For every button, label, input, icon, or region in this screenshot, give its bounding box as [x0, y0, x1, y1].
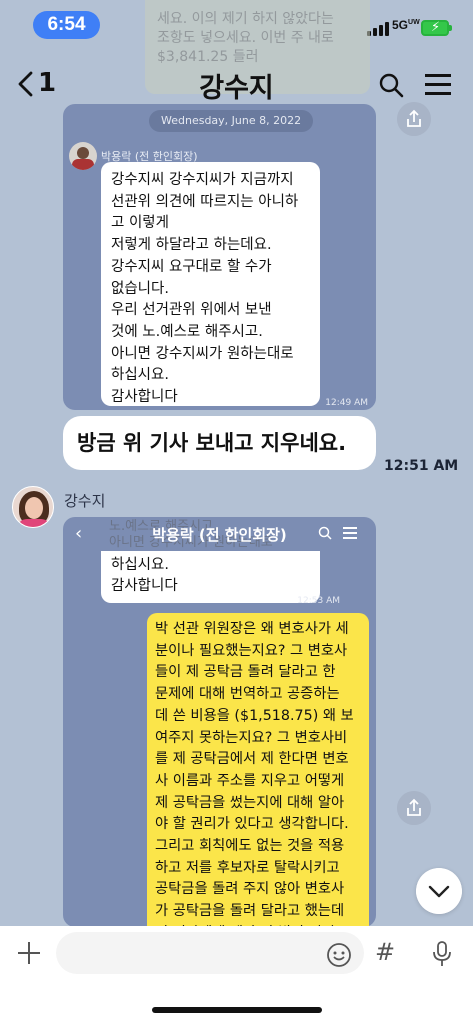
sender-name: 강수지	[64, 492, 106, 510]
share-icon[interactable]	[397, 102, 431, 136]
message-input[interactable]	[56, 932, 364, 974]
quoted-menu-icon	[343, 527, 357, 539]
mic-icon[interactable]	[430, 940, 454, 968]
input-bar: #	[0, 926, 473, 1024]
image-message-1[interactable]: Wednesday, June 8, 2022 박용락 (전 한인회장) 강수지…	[63, 104, 376, 410]
emoji-icon[interactable]	[326, 942, 352, 968]
quoted-reply: 박 선관 위원장은 왜 변호사가 세 분이나 필요했는지요? 그 변호사 들이 …	[147, 613, 369, 927]
quoted-message: 하십시요. 감사합니다	[101, 551, 320, 603]
sender-avatar-small	[69, 142, 97, 170]
share-icon[interactable]	[397, 791, 431, 825]
avatar[interactable]	[12, 486, 54, 528]
quoted-time: 12:53 AM	[297, 596, 340, 606]
hash-icon[interactable]: #	[375, 938, 395, 966]
signal-icon	[367, 22, 389, 36]
plus-icon[interactable]	[18, 942, 40, 964]
message-time: 12:51 AM	[384, 458, 459, 474]
quoted-message: 강수지씨 강수지씨가 지금까지 선관위 의견에 따르지는 아니하 고 이렇게 저…	[101, 162, 320, 406]
network-label: 5GUW	[392, 18, 420, 32]
menu-icon[interactable]	[425, 72, 451, 96]
scroll-down-button[interactable]	[416, 868, 462, 914]
search-icon[interactable]	[378, 72, 404, 98]
quoted-search-icon	[318, 526, 332, 540]
date-chip: Wednesday, June 8, 2022	[149, 110, 314, 132]
text-message[interactable]: 방금 위 기사 보내고 지우네요.	[63, 416, 376, 470]
quoted-header: ‹ 박용락 (전 한인회장)	[63, 517, 376, 551]
home-indicator	[152, 1007, 322, 1013]
status-time: 6:54	[33, 11, 100, 39]
battery-icon: ⚡	[421, 20, 452, 36]
quoted-time: 12:49 AM	[325, 398, 368, 408]
image-message-2[interactable]: 노.예스로 해주시고. 아니면 강수지씨가 원하는대로 ‹ 박용락 (전 한인회…	[63, 517, 376, 927]
